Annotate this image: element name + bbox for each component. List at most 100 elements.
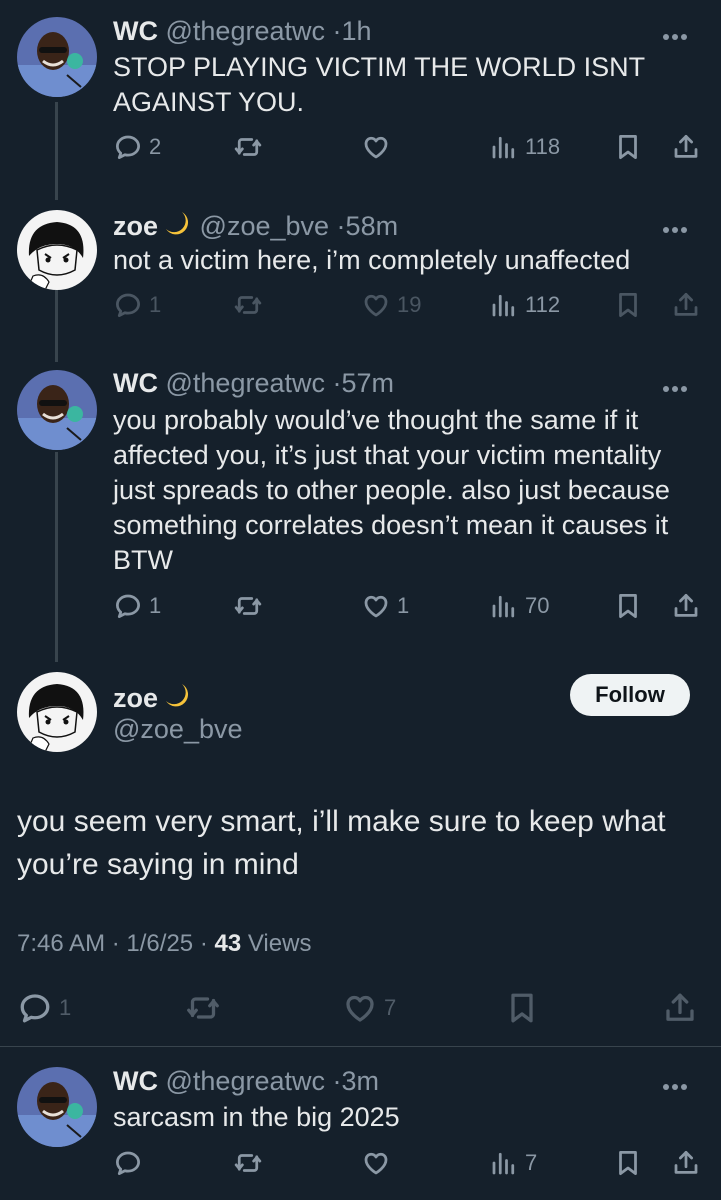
retweet-button[interactable] bbox=[185, 990, 227, 1026]
timestamp[interactable]: 1h bbox=[342, 16, 372, 46]
reply-button[interactable]: 1 bbox=[113, 591, 161, 621]
bookmark-button[interactable] bbox=[504, 990, 540, 1026]
reply-icon bbox=[113, 1148, 143, 1178]
reply-button[interactable]: 2 bbox=[113, 132, 161, 162]
views-count: 70 bbox=[525, 593, 550, 618]
post-date[interactable]: 1/6/25 bbox=[126, 930, 193, 957]
separator: · bbox=[111, 930, 120, 957]
retweet-icon bbox=[233, 1148, 263, 1178]
tweet-actions: 7 bbox=[113, 1148, 703, 1182]
separator: · bbox=[336, 211, 346, 241]
like-count: 1 bbox=[397, 593, 410, 618]
views-count: 7 bbox=[525, 1150, 538, 1175]
user-handle[interactable]: @thegreatwc bbox=[166, 368, 325, 398]
share-button[interactable] bbox=[671, 132, 701, 162]
reply-button[interactable]: 1 bbox=[17, 990, 71, 1026]
focused-name: zoe bbox=[113, 681, 192, 714]
bookmark-button[interactable] bbox=[613, 290, 643, 320]
thread-line bbox=[55, 290, 58, 362]
share-button[interactable] bbox=[671, 290, 701, 320]
tweet-header: WC @thegreatwc ·3m bbox=[113, 1066, 379, 1097]
display-name[interactable]: WC bbox=[113, 1066, 158, 1096]
more-icon[interactable] bbox=[663, 379, 693, 392]
like-button[interactable]: 1 bbox=[361, 591, 409, 621]
retweet-button[interactable] bbox=[233, 132, 269, 162]
avatar-zoe[interactable] bbox=[17, 210, 97, 290]
like-button[interactable] bbox=[361, 132, 397, 162]
views-label: Views bbox=[247, 930, 312, 957]
bookmark-button[interactable] bbox=[613, 1148, 643, 1178]
more-icon[interactable] bbox=[663, 27, 693, 40]
tweet-text: you probably would’ve thought the same i… bbox=[113, 405, 670, 575]
like-button[interactable]: 7 bbox=[342, 990, 396, 1026]
like-icon bbox=[342, 990, 378, 1026]
user-handle[interactable]: @zoe_bve bbox=[113, 714, 243, 744]
share-icon bbox=[671, 591, 701, 621]
timestamp[interactable]: 57m bbox=[342, 368, 395, 398]
views-icon bbox=[489, 290, 519, 320]
timestamp[interactable]: 58m bbox=[346, 211, 399, 241]
share-icon bbox=[671, 1148, 701, 1178]
retweet-button[interactable] bbox=[233, 290, 269, 320]
user-handle[interactable]: @thegreatwc bbox=[166, 1066, 325, 1096]
bookmark-button[interactable] bbox=[613, 132, 643, 162]
focused-tweet-actions: 1 7 bbox=[17, 990, 707, 1024]
more-icon[interactable] bbox=[663, 220, 693, 233]
post-time[interactable]: 7:46 AM bbox=[17, 930, 105, 957]
share-button[interactable] bbox=[671, 591, 701, 621]
views-count: 43 bbox=[214, 930, 242, 957]
bookmark-icon bbox=[613, 1148, 643, 1178]
follow-button[interactable]: Follow bbox=[570, 674, 690, 716]
views-count: 118 bbox=[525, 134, 561, 159]
tweet-text: not a victim here, i’m completely unaffe… bbox=[113, 245, 631, 275]
tweet-header: WC @thegreatwc ·1h bbox=[113, 16, 372, 47]
more-icon[interactable] bbox=[663, 1077, 693, 1090]
share-icon bbox=[671, 290, 701, 320]
reply-count: 1 bbox=[149, 292, 162, 317]
reply-button[interactable]: 1 bbox=[113, 290, 161, 320]
share-button[interactable] bbox=[671, 1148, 701, 1178]
tweet-header: zoe @zoe_bve ·58m bbox=[113, 209, 398, 242]
reply-button[interactable] bbox=[113, 1148, 149, 1178]
tweet-text: sarcasm in the big 2025 bbox=[113, 1102, 400, 1132]
avatar-wc[interactable] bbox=[17, 370, 97, 450]
tweet-actions: 1 19 112 bbox=[113, 290, 703, 324]
focused-tweet-text: you seem very smart, i’ll make sure to k… bbox=[17, 805, 666, 881]
reply-icon bbox=[17, 990, 53, 1026]
views-button[interactable]: 70 bbox=[489, 591, 549, 621]
separator: · bbox=[199, 930, 208, 957]
retweet-icon bbox=[233, 132, 263, 162]
user-handle[interactable]: @thegreatwc bbox=[166, 16, 325, 46]
bookmark-button[interactable] bbox=[613, 591, 643, 621]
retweet-button[interactable] bbox=[233, 591, 269, 621]
display-name[interactable]: WC bbox=[113, 16, 158, 46]
user-handle[interactable]: @zoe_bve bbox=[200, 211, 330, 241]
display-name[interactable]: zoe bbox=[113, 211, 158, 241]
display-name[interactable]: zoe bbox=[113, 683, 158, 713]
bookmark-icon bbox=[613, 132, 643, 162]
like-button[interactable] bbox=[361, 1148, 397, 1178]
reply-count: 2 bbox=[149, 134, 162, 159]
thread-line bbox=[55, 102, 58, 200]
thread-line bbox=[55, 452, 58, 662]
avatar-wc[interactable] bbox=[17, 17, 97, 97]
views-button[interactable]: 112 bbox=[489, 290, 560, 320]
timestamp[interactable]: 3m bbox=[342, 1066, 380, 1096]
views-button[interactable]: 7 bbox=[489, 1148, 537, 1178]
share-button[interactable] bbox=[662, 990, 698, 1026]
like-button[interactable]: 19 bbox=[361, 290, 421, 320]
retweet-icon bbox=[233, 591, 263, 621]
separator: · bbox=[332, 16, 342, 46]
separator: · bbox=[332, 1066, 342, 1096]
display-name[interactable]: WC bbox=[113, 368, 158, 398]
avatar-wc[interactable] bbox=[17, 1067, 97, 1147]
tweet-header: WC @thegreatwc ·57m bbox=[113, 368, 394, 399]
views-icon bbox=[489, 591, 519, 621]
avatar-zoe[interactable] bbox=[17, 672, 97, 752]
moon-emoji bbox=[166, 212, 189, 235]
views-count: 112 bbox=[525, 292, 561, 317]
retweet-button[interactable] bbox=[233, 1148, 269, 1178]
share-icon bbox=[662, 990, 698, 1026]
reply-icon bbox=[113, 132, 143, 162]
views-button[interactable]: 118 bbox=[489, 132, 560, 162]
